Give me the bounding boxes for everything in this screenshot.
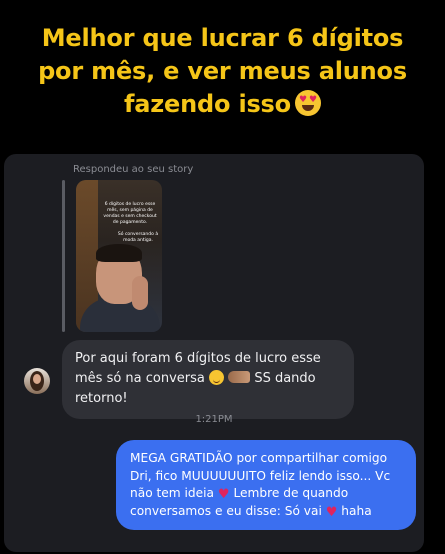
headline-line-2: por mês, e ver meus alunos [38, 57, 407, 85]
sender-avatar[interactable] [24, 368, 50, 394]
relieved-face-icon [209, 370, 225, 385]
story-thumbnail[interactable]: 6 dígitos de lucro esse mês, sem página … [76, 180, 162, 332]
handshake-icon [228, 371, 251, 383]
outgoing-message-bubble[interactable]: MEGA GRATIDÃO por compartilhar comigo Dr… [116, 440, 416, 530]
heart-eyes-emoji-icon: ♥ ♥ [294, 90, 321, 116]
headline: Melhor que lucrar 6 dígitos por mês, e v… [0, 22, 445, 121]
dm-conversation-panel: Respondeu ao seu story 6 dígitos de lucr… [4, 154, 424, 552]
story-reply-rail [62, 180, 65, 332]
message-timestamp: 1:21PM [195, 414, 233, 425]
red-heart-icon-2: ♥ [325, 504, 338, 520]
headline-line-3-text: fazendo isso [124, 90, 291, 118]
headline-line-1: Melhor que lucrar 6 dígitos [41, 24, 404, 52]
story-text-2: Só conversando à moda antiga. [117, 232, 159, 243]
incoming-text-b: só na conversa [106, 371, 205, 386]
outgoing-text-c: haha [341, 503, 372, 518]
story-text-1: 6 dígitos de lucro esse mês, sem página … [103, 202, 157, 225]
red-heart-icon: ♥ [217, 487, 230, 502]
headline-line-3: fazendo isso ♥ ♥ [0, 88, 445, 121]
story-reply-caption: Respondeu ao seu story [73, 164, 194, 175]
incoming-message-bubble[interactable]: Por aqui foram 6 dígitos de lucro esse m… [62, 340, 354, 419]
